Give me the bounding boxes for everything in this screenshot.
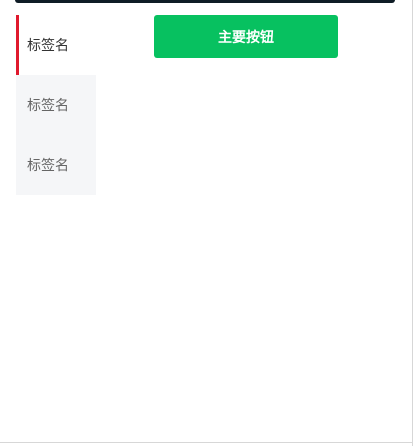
page-edge-bottom-divider [0,442,413,443]
sidebar-tab-label: 标签名 [27,158,69,174]
sidebar-tab-3[interactable]: 标签名 [16,135,96,195]
primary-button[interactable]: 主要按钮 [154,15,338,58]
sidebar-tab-label: 标签名 [27,98,69,114]
top-banner-image [15,0,395,3]
sidebar-tab-1[interactable]: 标签名 [16,15,96,75]
sidebar-tab-label: 标签名 [27,38,69,54]
sidebar-tab-2[interactable]: 标签名 [16,75,96,135]
sidebar-tabs: 标签名 标签名 标签名 [16,15,96,195]
page-edge-right-divider [412,0,413,446]
